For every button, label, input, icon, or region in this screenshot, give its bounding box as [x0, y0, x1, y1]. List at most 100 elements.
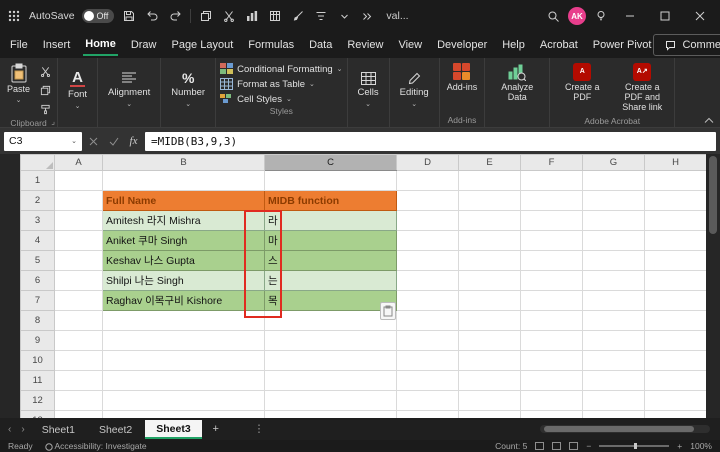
cell[interactable] [54, 210, 103, 231]
column-header-e[interactable]: E [458, 154, 521, 171]
font-button[interactable]: A Font ⌄ [62, 61, 93, 115]
zoom-slider[interactable] [599, 443, 670, 449]
alignment-button[interactable]: Alignment ⌄ [102, 61, 156, 115]
row-header-9[interactable]: 9 [20, 330, 55, 351]
analyze-data-button[interactable]: Analyze Data [489, 61, 545, 105]
column-header-g[interactable]: G [582, 154, 645, 171]
cut-icon[interactable] [221, 8, 237, 24]
sheet-nav-right-icon[interactable]: › [17, 424, 28, 435]
column-header-b[interactable]: B [102, 154, 265, 171]
cell[interactable] [396, 250, 459, 271]
cell[interactable] [520, 190, 583, 211]
cell[interactable] [520, 310, 583, 331]
undo-icon[interactable] [144, 8, 160, 24]
cell[interactable] [396, 350, 459, 371]
cell[interactable] [458, 170, 521, 191]
cell[interactable] [458, 250, 521, 271]
sheet-grid[interactable]: A B C D E F G H 1 2 Full Name MIDB functio… [20, 154, 706, 418]
cell[interactable] [102, 370, 265, 391]
cell[interactable] [582, 370, 645, 391]
cell[interactable] [644, 250, 706, 271]
cell[interactable] [264, 390, 397, 411]
app-launcher-icon[interactable] [6, 8, 22, 24]
row-header-5[interactable]: 5 [20, 250, 55, 271]
name-box[interactable]: C3 ⌄ [4, 131, 82, 151]
column-header-a[interactable]: A [54, 154, 103, 171]
cell[interactable] [644, 370, 706, 391]
cells-button[interactable]: Cells ⌄ [352, 61, 385, 115]
cell[interactable] [520, 170, 583, 191]
vertical-scrollbar-thumb[interactable] [709, 156, 717, 234]
paste-button[interactable]: Paste ⌄ [4, 61, 33, 107]
cell[interactable] [54, 310, 103, 331]
maximize-button[interactable] [651, 4, 679, 28]
menu-insert[interactable]: Insert [41, 35, 73, 55]
cell[interactable] [396, 310, 459, 331]
cell[interactable] [396, 290, 459, 311]
cell[interactable] [54, 410, 103, 418]
cell[interactable] [54, 390, 103, 411]
conditional-formatting-button[interactable]: Conditional Formatting ⌄ [220, 63, 343, 75]
row-header-3[interactable]: 3 [20, 210, 55, 231]
cell[interactable] [458, 390, 521, 411]
cell[interactable] [54, 190, 103, 211]
cell[interactable] [264, 410, 397, 418]
cell[interactable] [520, 210, 583, 231]
cell-c3[interactable]: 라 [264, 210, 397, 231]
menu-home[interactable]: Home [83, 34, 118, 56]
cell[interactable] [396, 210, 459, 231]
cell[interactable] [582, 270, 645, 291]
ribbon-copy-icon[interactable] [37, 82, 53, 98]
insert-function-button[interactable]: fx [125, 133, 142, 150]
tab-sheet3[interactable]: Sheet3 [145, 419, 202, 439]
ribbon-group-cells[interactable]: Cells ⌄ [348, 58, 390, 127]
cell[interactable] [520, 370, 583, 391]
cell[interactable] [520, 250, 583, 271]
editing-button[interactable]: Editing ⌄ [394, 61, 435, 115]
page-layout-view-icon[interactable] [552, 442, 562, 450]
addins-button[interactable]: Add-ins [444, 61, 481, 95]
page-break-view-icon[interactable] [569, 442, 579, 450]
cell[interactable] [54, 290, 103, 311]
cell[interactable] [644, 230, 706, 251]
cell[interactable] [54, 330, 103, 351]
cell-b2[interactable]: Full Name [102, 190, 265, 211]
cell[interactable] [458, 210, 521, 231]
vertical-scrollbar[interactable] [706, 154, 720, 418]
cell[interactable] [644, 170, 706, 191]
cell[interactable] [54, 230, 103, 251]
cell[interactable] [582, 210, 645, 231]
column-header-d[interactable]: D [396, 154, 459, 171]
cell[interactable] [264, 370, 397, 391]
cell-styles-button[interactable]: Cell Styles ⌄ [220, 93, 342, 105]
cell[interactable] [644, 210, 706, 231]
menu-developer[interactable]: Developer [435, 35, 489, 55]
sort-filter-icon[interactable] [313, 8, 329, 24]
tab-sheet1[interactable]: Sheet1 [31, 421, 86, 438]
cell[interactable] [102, 170, 265, 191]
cell[interactable] [644, 350, 706, 371]
cell[interactable] [582, 390, 645, 411]
column-header-f[interactable]: F [520, 154, 583, 171]
cell[interactable] [396, 190, 459, 211]
cell[interactable] [458, 350, 521, 371]
cell[interactable] [458, 190, 521, 211]
zoom-level[interactable]: 100% [690, 441, 712, 451]
collapse-ribbon-button[interactable] [704, 117, 714, 124]
cell[interactable] [54, 270, 103, 291]
ribbon-group-number[interactable]: % Number ⌄ [161, 58, 217, 127]
table-icon[interactable] [267, 8, 283, 24]
cell[interactable] [102, 350, 265, 371]
cell[interactable] [520, 270, 583, 291]
cancel-button[interactable] [85, 133, 102, 150]
cell[interactable] [644, 410, 706, 418]
clipboard-dialog-launcher-icon[interactable]: ⌟ [51, 117, 55, 126]
normal-view-icon[interactable] [535, 442, 545, 450]
paint-brush-icon[interactable] [290, 8, 306, 24]
save-icon[interactable] [121, 8, 137, 24]
lightbulb-icon[interactable] [593, 8, 609, 24]
cell[interactable] [582, 290, 645, 311]
cell[interactable] [264, 330, 397, 351]
row-header-10[interactable]: 10 [20, 350, 55, 371]
cell[interactable] [644, 310, 706, 331]
